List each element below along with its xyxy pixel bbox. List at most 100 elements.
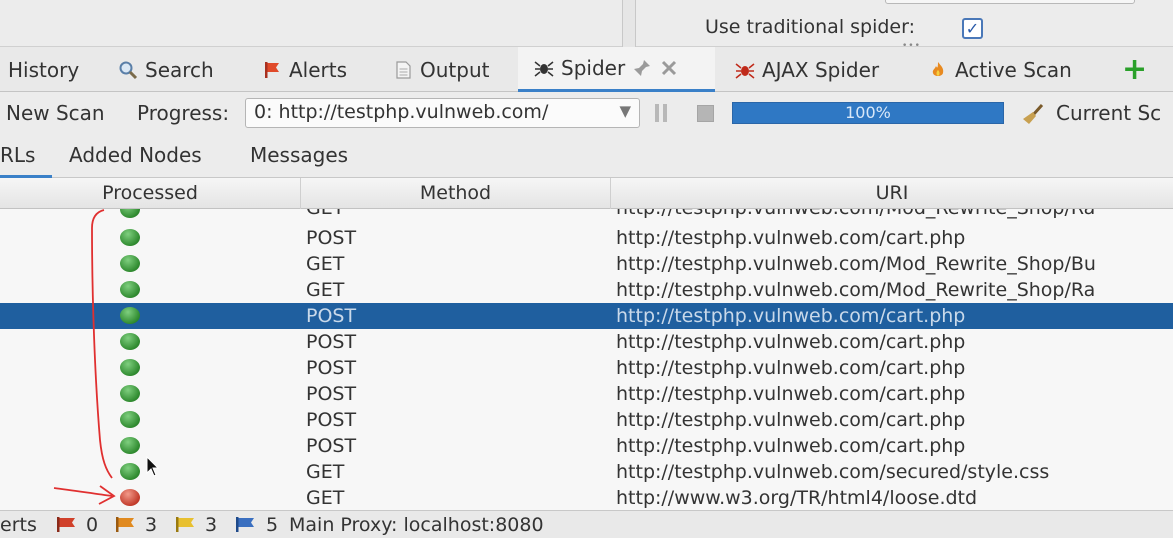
status-bar: erts 0 3 3 5 Main Proxy: localhost:8080 xyxy=(0,510,1173,538)
processed-status-icon xyxy=(120,437,140,454)
search-icon xyxy=(119,61,138,79)
row-uri: http://testphp.vulnweb.com/cart.php xyxy=(616,357,966,379)
column-header-uri[interactable]: URI xyxy=(611,178,1173,209)
row-uri: http://testphp.vulnweb.com/Mod_Rewrite_S… xyxy=(616,253,1096,275)
options-combo[interactable] xyxy=(885,0,1135,4)
row-method: GET xyxy=(306,461,345,483)
close-icon[interactable] xyxy=(659,58,679,78)
progress-scan-select-value: 0: http://testphp.vulnweb.com/ xyxy=(254,101,549,123)
scan-progress-bar: 100% xyxy=(732,102,1004,124)
row-method: POST xyxy=(306,305,357,327)
table-row[interactable]: POST http://testphp.vulnweb.com/cart.php xyxy=(0,407,1173,433)
row-uri: http://www.w3.org/TR/html4/loose.dtd xyxy=(616,487,978,509)
panel-splitter[interactable] xyxy=(622,0,636,47)
spider-icon xyxy=(534,61,554,77)
spider-subtabs: RLs Added Nodes Messages xyxy=(0,134,1173,178)
tab-search[interactable]: Search xyxy=(118,47,214,92)
row-uri: http://testphp.vulnweb.com/cart.php xyxy=(616,435,966,457)
table-row-selected[interactable]: POST http://testphp.vulnweb.com/cart.php xyxy=(0,303,1173,329)
tab-ajax-spider[interactable]: AJAX Spider xyxy=(735,47,879,92)
tab-ajax-spider-label: AJAX Spider xyxy=(762,57,880,82)
active-scan-flame-icon xyxy=(932,61,944,76)
main-proxy-status: Main Proxy: localhost:8080 xyxy=(289,514,544,536)
processed-status-icon xyxy=(120,255,140,272)
table-header: Processed Method URI xyxy=(0,178,1173,209)
row-uri: http://testphp.vulnweb.com/cart.php xyxy=(616,383,966,405)
table-row[interactable]: POST http://testphp.vulnweb.com/cart.php xyxy=(0,433,1173,459)
use-traditional-spider-label: Use traditional spider: xyxy=(705,16,916,38)
add-tab-button[interactable]: + xyxy=(1122,47,1147,92)
subtab-added-nodes[interactable]: Added Nodes xyxy=(69,143,202,167)
progress-scan-select[interactable]: 0: http://testphp.vulnweb.com/ ▼ xyxy=(245,98,640,128)
alerts-flag-icon xyxy=(265,61,279,78)
processed-status-icon xyxy=(120,385,140,402)
table-row[interactable]: GET http://www.w3.org/TR/html4/loose.dtd xyxy=(0,485,1173,510)
subtab-messages[interactable]: Messages xyxy=(250,143,348,167)
spider-results-table: Processed Method URI GET http://testphp.… xyxy=(0,178,1173,510)
tab-output-label: Output xyxy=(420,57,490,82)
chevron-down-icon: ▼ xyxy=(619,102,631,120)
use-traditional-spider-checkbox[interactable]: ✓ xyxy=(962,18,983,39)
table-row[interactable]: POST http://testphp.vulnweb.com/cart.php xyxy=(0,225,1173,251)
row-method: POST xyxy=(306,409,357,431)
high-alert-flag-icon xyxy=(57,517,75,532)
info-alert-flag-icon xyxy=(236,517,254,532)
table-row[interactable]: GET http://testphp.vulnweb.com/Mod_Rewri… xyxy=(0,209,1173,223)
table-row[interactable]: POST http://testphp.vulnweb.com/cart.php xyxy=(0,355,1173,381)
current-scans-button[interactable]: Current Sc xyxy=(1056,101,1161,125)
table-row[interactable]: GET http://testphp.vulnweb.com/Mod_Rewri… xyxy=(0,277,1173,303)
tab-output[interactable]: Output xyxy=(393,47,489,92)
row-uri: http://testphp.vulnweb.com/Mod_Rewrite_S… xyxy=(616,209,1095,221)
row-method: POST xyxy=(306,357,357,379)
processed-status-icon xyxy=(120,281,140,298)
tab-spider[interactable]: Spider xyxy=(518,47,715,92)
row-uri: http://testphp.vulnweb.com/cart.php xyxy=(616,409,966,431)
processed-status-icon xyxy=(120,229,140,246)
processed-status-icon xyxy=(120,333,140,350)
alerts-status-label: erts xyxy=(0,514,37,536)
mouse-cursor-icon xyxy=(146,456,160,477)
output-document-icon xyxy=(396,60,411,79)
tab-active-scan[interactable]: Active Scan xyxy=(928,47,1072,92)
table-row[interactable]: POST http://testphp.vulnweb.com/cart.php xyxy=(0,381,1173,407)
row-uri: http://testphp.vulnweb.com/cart.php xyxy=(616,331,966,353)
row-method: POST xyxy=(306,383,357,405)
info-alert-count: 5 xyxy=(266,514,279,536)
low-alert-count: 3 xyxy=(205,514,218,536)
pin-icon[interactable] xyxy=(632,58,652,78)
processed-status-icon xyxy=(120,209,140,218)
main-tab-bar: History Search Alerts Output Spider AJAX… xyxy=(0,47,1173,92)
tab-spider-label: Spider xyxy=(561,56,626,80)
broom-icon xyxy=(1023,103,1044,124)
tab-alerts-label: Alerts xyxy=(289,57,348,82)
low-alert-flag-icon xyxy=(176,517,194,532)
progress-label: Progress: xyxy=(137,101,230,125)
column-header-processed[interactable]: Processed xyxy=(0,178,301,209)
column-header-method[interactable]: Method xyxy=(301,178,611,209)
row-uri: http://testphp.vulnweb.com/cart.php xyxy=(616,227,966,249)
pause-button[interactable] xyxy=(655,104,669,122)
stop-button[interactable] xyxy=(697,105,714,122)
row-method: GET xyxy=(306,253,345,275)
table-row[interactable]: POST http://testphp.vulnweb.com/cart.php xyxy=(0,329,1173,355)
ajax-spider-icon xyxy=(735,62,755,79)
row-method: POST xyxy=(306,331,357,353)
processed-status-icon xyxy=(120,463,140,480)
table-row[interactable]: GET http://testphp.vulnweb.com/Mod_Rewri… xyxy=(0,251,1173,277)
row-uri: http://testphp.vulnweb.com/Mod_Rewrite_S… xyxy=(616,279,1096,301)
processed-status-icon-unprocessed xyxy=(120,489,140,506)
tab-history-label: History xyxy=(8,57,80,82)
tab-alerts[interactable]: Alerts xyxy=(262,47,347,92)
medium-alert-count: 3 xyxy=(145,514,158,536)
table-row[interactable]: GET http://testphp.vulnweb.com/secured/s… xyxy=(0,459,1173,485)
row-uri: http://testphp.vulnweb.com/secured/style… xyxy=(616,461,1050,483)
tab-history[interactable]: History xyxy=(8,47,79,92)
subtab-urls[interactable]: RLs xyxy=(0,143,35,167)
row-method: GET xyxy=(306,487,345,509)
row-uri: http://testphp.vulnweb.com/cart.php xyxy=(616,305,966,327)
new-scan-button[interactable]: New Scan xyxy=(6,101,105,125)
tab-search-label: Search xyxy=(145,57,214,82)
row-method: GET xyxy=(306,209,344,221)
tab-active-scan-label: Active Scan xyxy=(955,57,1072,82)
row-method: POST xyxy=(306,435,357,457)
